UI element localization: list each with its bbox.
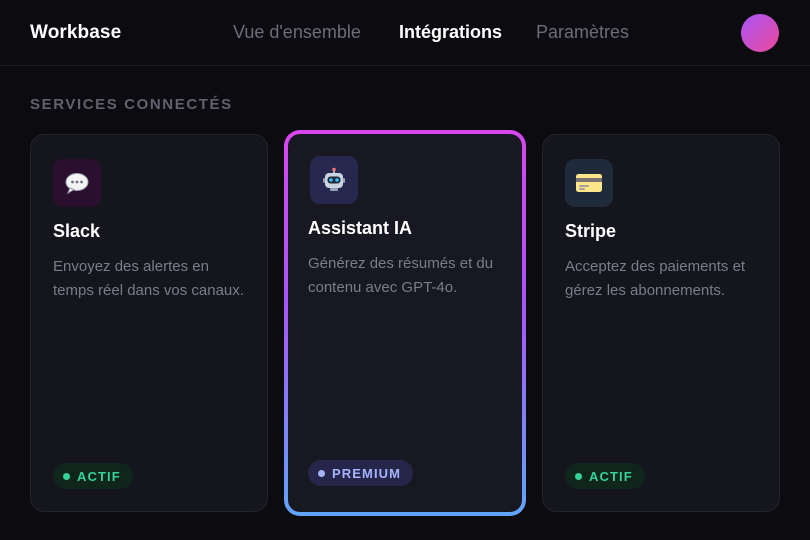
section-title: SERVICES CONNECTÉS: [30, 96, 233, 113]
robot-icon: [310, 156, 358, 204]
status-dot: [575, 472, 582, 480]
credit-card-icon: [565, 159, 613, 207]
premium-badge-label: PREMIUM: [332, 465, 402, 481]
card-title: Stripe: [565, 221, 617, 241]
integration-card-assistant-ia[interactable]: Assistant IA Générez des résumés et du c…: [284, 130, 526, 516]
premium-badge: PREMIUM: [308, 460, 414, 486]
nav-tab-settings[interactable]: Paramètres: [536, 22, 629, 43]
status-badge: ACTIF: [53, 463, 133, 489]
card-body: Assistant IA Générez des résumés et du c…: [288, 134, 522, 512]
user-avatar[interactable]: [741, 14, 779, 52]
card-title: Assistant IA: [308, 218, 413, 238]
nav-tab-overview[interactable]: Vue d'ensemble: [233, 22, 361, 43]
card-description: Générez des résumés et du contenu avec G…: [308, 255, 494, 296]
app-logo[interactable]: Workbase: [30, 22, 121, 44]
status-badge-label: ACTIF: [77, 468, 121, 484]
integration-card-slack[interactable]: Slack Envoyez des alertes en temps réel …: [30, 134, 268, 512]
top-navigation-bar: Workbase Vue d'ensemble Intégrations Par…: [0, 0, 810, 66]
status-dot: [318, 469, 325, 477]
status-dot: [63, 472, 70, 480]
nav-tab-integrations[interactable]: Intégrations: [399, 22, 502, 43]
integration-card-stripe[interactable]: Stripe Acceptez des paiements et gérez l…: [542, 134, 780, 512]
status-badge: ACTIF: [565, 463, 645, 489]
card-title: Slack: [53, 221, 101, 241]
status-badge-label: ACTIF: [589, 468, 633, 484]
card-description: Envoyez des alertes en temps réel dans v…: [53, 258, 244, 299]
speech-bubble-icon: [53, 159, 101, 207]
card-description: Acceptez des paiements et gérez les abon…: [565, 258, 746, 299]
